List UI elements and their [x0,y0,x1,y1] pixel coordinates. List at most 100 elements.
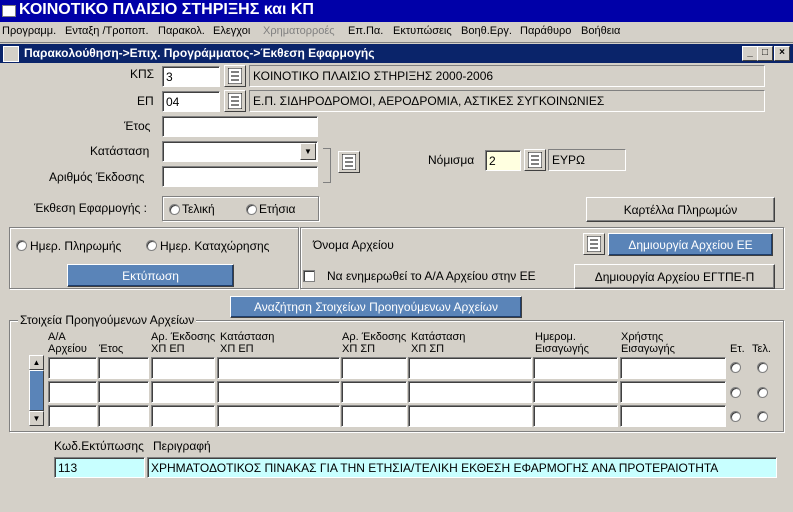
cell-sp-status[interactable] [408,405,532,427]
cell-sp-status[interactable] [408,381,532,403]
report-final-label: Τελική [182,202,215,216]
menu-item-programming[interactable]: Προγραμμ. [2,25,56,37]
cell-ep-status[interactable] [217,381,340,403]
minimize-icon[interactable]: _ [742,46,758,61]
print-description-field[interactable]: ΧΡΗΜΑΤΟΔΟΤΙΚΟΣ ΠΙΝΑΚΑΣ ΓΙΑ ΤΗΝ ΕΤΗΣΙΑ/ΤΕ… [147,457,777,478]
cell-insert-date[interactable] [533,405,618,427]
menu-item-tools[interactable]: Βοηθ.Εργ. [461,25,512,37]
list-icon [228,93,242,109]
row-final-radio[interactable] [757,387,768,398]
col-final: Τελ. [752,343,771,355]
cell-insert-date[interactable] [533,381,618,403]
cell-aa[interactable] [48,405,97,427]
col-annual: Ετ. [730,343,745,355]
scrollbar-thumb[interactable] [29,370,44,411]
cell-insert-user[interactable] [620,357,726,379]
payment-date-radio[interactable] [16,240,27,251]
ep-lov-button[interactable] [224,90,246,112]
kps-label: ΚΠΣ [130,67,155,81]
chevron-down-icon[interactable]: ▼ [300,143,316,160]
status-label: Κατάσταση [90,144,150,158]
kps-lov-button[interactable] [224,65,246,87]
cell-year[interactable] [98,381,149,403]
cell-insert-date[interactable] [533,357,618,379]
cell-year[interactable] [98,405,149,427]
col-ep-status: Κατάσταση ΧΠ ΕΠ [220,331,275,355]
create-ee-file-button[interactable]: Δημιουργία Αρχείου ΕΕ [608,233,773,256]
menu-item-checks[interactable]: Ελεγχοι [213,25,250,37]
menu-item-inclusion[interactable]: Ενταξη /Τροποπ. [65,25,149,37]
filename-label: Όνομα Αρχείου [313,238,394,252]
window-icon [3,46,19,62]
menu-item-ep-pa[interactable]: Επ.Πα. [348,25,383,37]
row-final-radio[interactable] [757,362,768,373]
col-aa: Α/Α Αρχείου [48,331,87,355]
cell-ep-status[interactable] [217,357,340,379]
cell-aa[interactable] [48,381,97,403]
cell-sp-status[interactable] [408,357,532,379]
kps-description: ΚΟΙΝΟΤΙΚΟ ΠΛΑΙΣΙΟ ΣΤΗΡΙΞΗΣ 2000-2006 [249,65,765,87]
ep-description: Ε.Π. ΣΙΔΗΡΟΔΡΟΜΟΙ, ΑΕΡΟΔΡΟΜΙΑ, ΑΣΤΙΚΕΣ Σ… [249,90,765,112]
col-sp-status: Κατάσταση ΧΠ ΣΠ [411,331,466,355]
row-final-radio[interactable] [757,411,768,422]
report-annual-radio[interactable] [246,204,257,215]
cell-insert-user[interactable] [620,381,726,403]
year-field[interactable] [162,116,318,137]
previous-files-title: Στοιχεία Προηγούμενων Αρχείων [18,313,197,327]
cell-aa[interactable] [48,357,97,379]
cell-sp-issue[interactable] [341,381,407,403]
report-type-label: Έκθεση Εφαρμογής : [34,201,147,215]
report-final-radio[interactable] [169,204,180,215]
row-annual-radio[interactable] [730,411,741,422]
cell-sp-issue[interactable] [341,405,407,427]
status-lov-button[interactable] [338,151,360,173]
issue-field[interactable] [162,166,318,187]
col-sp-issue: Αρ. Έκδοσης ΧΠ ΣΠ [342,331,407,355]
ep-code-field[interactable]: 04 [162,91,220,112]
file-lov-button[interactable] [583,233,605,255]
currency-code-field[interactable]: 2 [485,150,521,171]
cell-ep-status[interactable] [217,405,340,427]
app-titlebar: ΚΟΙΝΟΤΙΚΟ ΠΛΑΙΣΙΟ ΣΤΗΡΙΞΗΣ και ΚΠ [0,0,793,22]
menu-item-help[interactable]: Βοήθεια [581,25,620,37]
scroll-up-icon[interactable]: ▲ [29,355,44,370]
list-icon [342,154,356,170]
currency-label: Νόμισμα [428,153,475,167]
status-select[interactable] [162,141,318,162]
menu-item-monitoring[interactable]: Παρακολ. [158,25,205,37]
cell-year[interactable] [98,357,149,379]
update-aa-label: Να ενημερωθεί το Α/Α Αρχείου στην ΕΕ [327,269,536,283]
menu-item-cashflows: Χρηματορροές [263,25,335,37]
cell-sp-issue[interactable] [341,357,407,379]
cell-ep-issue[interactable] [151,357,215,379]
row-annual-radio[interactable] [730,387,741,398]
close-icon[interactable]: × [774,46,790,61]
menu-bar: Προγραμμ. Ενταξη /Τροποπ. Παρακολ. Ελεγχ… [0,22,793,43]
update-aa-checkbox[interactable] [303,270,315,282]
menu-item-prints[interactable]: Εκτυπώσεις [393,25,452,37]
print-code-field[interactable]: 113 [54,457,145,478]
list-icon [228,68,242,84]
list-icon [587,236,601,252]
register-date-radio[interactable] [146,240,157,251]
cell-insert-user[interactable] [620,405,726,427]
row-annual-radio[interactable] [730,362,741,373]
maximize-icon[interactable]: □ [757,46,773,61]
menu-item-window[interactable]: Παράθυρο [520,25,571,37]
app-system-icon[interactable] [2,5,16,17]
kps-code-field[interactable]: 3 [162,66,220,87]
create-egtpe-file-button[interactable]: Δημιουργία Αρχείου ΕΓΤΠΕ-Π [574,264,775,289]
window-title: Παρακολούθηση->Επιχ. Προγράμματος->Έκθεσ… [24,46,375,60]
ep-label: ΕΠ [137,94,154,108]
col-year: Έτος [99,343,124,355]
col-ep-issue: Αρ. Έκδοσης ΧΠ ΕΠ [151,331,216,355]
print-description-label: Περιγραφή [153,439,211,453]
search-previous-files-button[interactable]: Αναζήτηση Στοιχείων Προηγούμενων Αρχείων [230,296,522,318]
cell-ep-issue[interactable] [151,405,215,427]
scroll-down-icon[interactable]: ▼ [29,411,44,426]
cell-ep-issue[interactable] [151,381,215,403]
print-button[interactable]: Εκτύπωση [67,264,234,287]
col-insert-user: Χρήστης Εισαγωγής [621,331,675,355]
currency-lov-button[interactable] [524,149,546,171]
payments-card-button[interactable]: Καρτέλλα Πληρωμών [586,197,775,222]
